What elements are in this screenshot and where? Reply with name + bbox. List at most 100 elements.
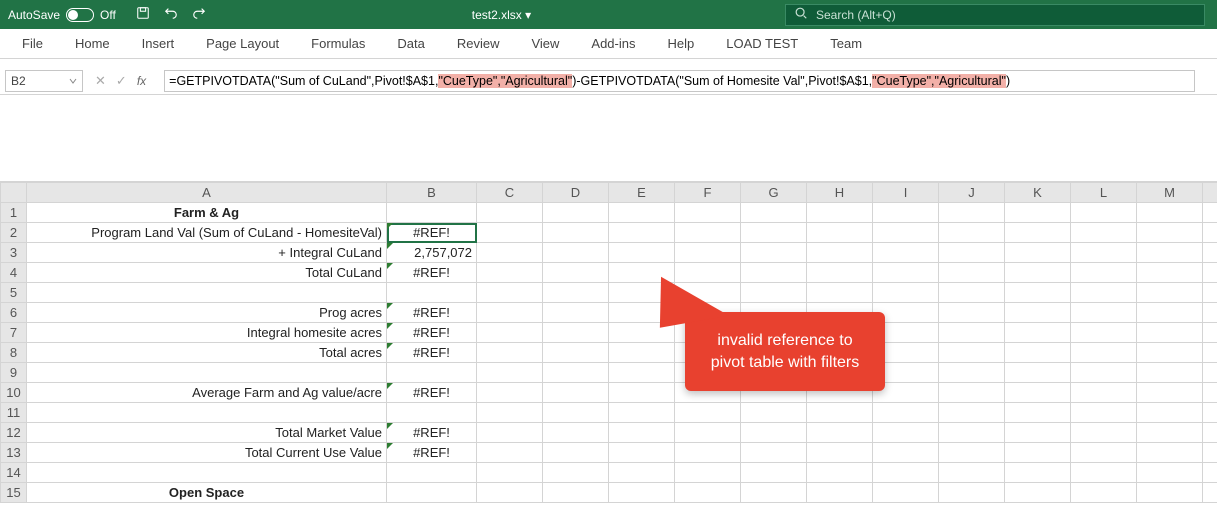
row-header[interactable]: 8	[1, 343, 27, 363]
cell[interactable]	[543, 483, 609, 503]
row-header[interactable]: 2	[1, 223, 27, 243]
cell[interactable]	[543, 423, 609, 443]
cell[interactable]: Program Land Val (Sum of CuLand - Homesi…	[27, 223, 387, 243]
cell[interactable]	[807, 443, 873, 463]
cell[interactable]	[939, 303, 1005, 323]
tab-formulas[interactable]: Formulas	[295, 29, 381, 58]
cell[interactable]	[1203, 203, 1217, 223]
cell[interactable]	[1137, 403, 1203, 423]
cell[interactable]	[939, 203, 1005, 223]
tab-view[interactable]: View	[515, 29, 575, 58]
cell[interactable]	[1203, 303, 1217, 323]
tab-review[interactable]: Review	[441, 29, 516, 58]
cell[interactable]	[1071, 403, 1137, 423]
cell[interactable]	[477, 483, 543, 503]
cell[interactable]	[1005, 243, 1071, 263]
row-header[interactable]: 1	[1, 203, 27, 223]
cell[interactable]	[939, 423, 1005, 443]
cell[interactable]	[675, 483, 741, 503]
cell[interactable]	[1071, 203, 1137, 223]
cell[interactable]	[1071, 223, 1137, 243]
col-header[interactable]: N	[1203, 183, 1217, 203]
cell[interactable]	[873, 443, 939, 463]
save-icon[interactable]	[136, 6, 150, 23]
cell[interactable]	[873, 243, 939, 263]
cell[interactable]	[1203, 223, 1217, 243]
tab-home[interactable]: Home	[59, 29, 126, 58]
cell[interactable]	[675, 403, 741, 423]
col-header[interactable]: I	[873, 183, 939, 203]
row-header[interactable]: 5	[1, 283, 27, 303]
cell[interactable]	[741, 463, 807, 483]
cell[interactable]	[1005, 363, 1071, 383]
cell[interactable]: Total Current Use Value	[27, 443, 387, 463]
cell[interactable]	[387, 283, 477, 303]
cell[interactable]	[1071, 383, 1137, 403]
cell[interactable]: Farm & Ag	[27, 203, 387, 223]
cell[interactable]	[387, 463, 477, 483]
cell[interactable]	[1203, 323, 1217, 343]
cell[interactable]: Open Space	[27, 483, 387, 503]
col-header[interactable]: K	[1005, 183, 1071, 203]
cell[interactable]	[807, 283, 873, 303]
cell[interactable]: + Integral CuLand	[27, 243, 387, 263]
cell[interactable]	[741, 203, 807, 223]
enter-icon[interactable]: ✓	[116, 73, 127, 89]
col-header[interactable]: J	[939, 183, 1005, 203]
cell[interactable]	[543, 283, 609, 303]
col-header[interactable]: F	[675, 183, 741, 203]
cell[interactable]	[939, 463, 1005, 483]
cell[interactable]	[807, 463, 873, 483]
cell[interactable]	[27, 463, 387, 483]
cell[interactable]	[609, 343, 675, 363]
col-header[interactable]: M	[1137, 183, 1203, 203]
cell[interactable]	[477, 423, 543, 443]
cell[interactable]	[543, 303, 609, 323]
cell[interactable]	[675, 223, 741, 243]
row-header[interactable]: 10	[1, 383, 27, 403]
cell[interactable]	[1137, 263, 1203, 283]
cell[interactable]	[477, 243, 543, 263]
cell[interactable]	[1203, 423, 1217, 443]
cell[interactable]	[477, 223, 543, 243]
row-header[interactable]: 4	[1, 263, 27, 283]
cell[interactable]	[939, 383, 1005, 403]
cell[interactable]	[1137, 443, 1203, 463]
cell[interactable]	[477, 383, 543, 403]
tab-team[interactable]: Team	[814, 29, 878, 58]
cell[interactable]: #REF!	[387, 383, 477, 403]
cell[interactable]	[1005, 303, 1071, 323]
cell[interactable]	[387, 403, 477, 423]
cell[interactable]: #REF!	[387, 343, 477, 363]
cell[interactable]	[741, 263, 807, 283]
cell[interactable]	[543, 363, 609, 383]
cell[interactable]	[1005, 263, 1071, 283]
cell[interactable]	[807, 263, 873, 283]
cell[interactable]: #REF!	[387, 223, 477, 243]
col-header[interactable]: E	[609, 183, 675, 203]
cell[interactable]	[1005, 323, 1071, 343]
cell[interactable]	[543, 463, 609, 483]
cell[interactable]	[675, 443, 741, 463]
formula-input[interactable]: =GETPIVOTDATA("Sum of CuLand",Pivot!$A$1…	[164, 70, 1195, 92]
cell[interactable]	[1137, 463, 1203, 483]
cell[interactable]	[1071, 323, 1137, 343]
tab-page-layout[interactable]: Page Layout	[190, 29, 295, 58]
cell[interactable]	[1071, 243, 1137, 263]
cell[interactable]	[675, 423, 741, 443]
cell[interactable]: Total Market Value	[27, 423, 387, 443]
cell[interactable]	[1071, 283, 1137, 303]
cell[interactable]	[543, 243, 609, 263]
cell[interactable]	[609, 483, 675, 503]
worksheet-grid[interactable]: A B C D E F G H I J K L M N 1Farm & Ag2P…	[0, 182, 1217, 503]
cell[interactable]	[1071, 423, 1137, 443]
name-box[interactable]: B2	[5, 70, 83, 92]
cell[interactable]: Integral homesite acres	[27, 323, 387, 343]
cell[interactable]	[873, 463, 939, 483]
cell[interactable]	[27, 363, 387, 383]
cancel-icon[interactable]: ✕	[95, 73, 106, 89]
cell[interactable]	[1005, 383, 1071, 403]
tab-data[interactable]: Data	[381, 29, 440, 58]
cell[interactable]	[1005, 283, 1071, 303]
cell[interactable]: #REF!	[387, 303, 477, 323]
